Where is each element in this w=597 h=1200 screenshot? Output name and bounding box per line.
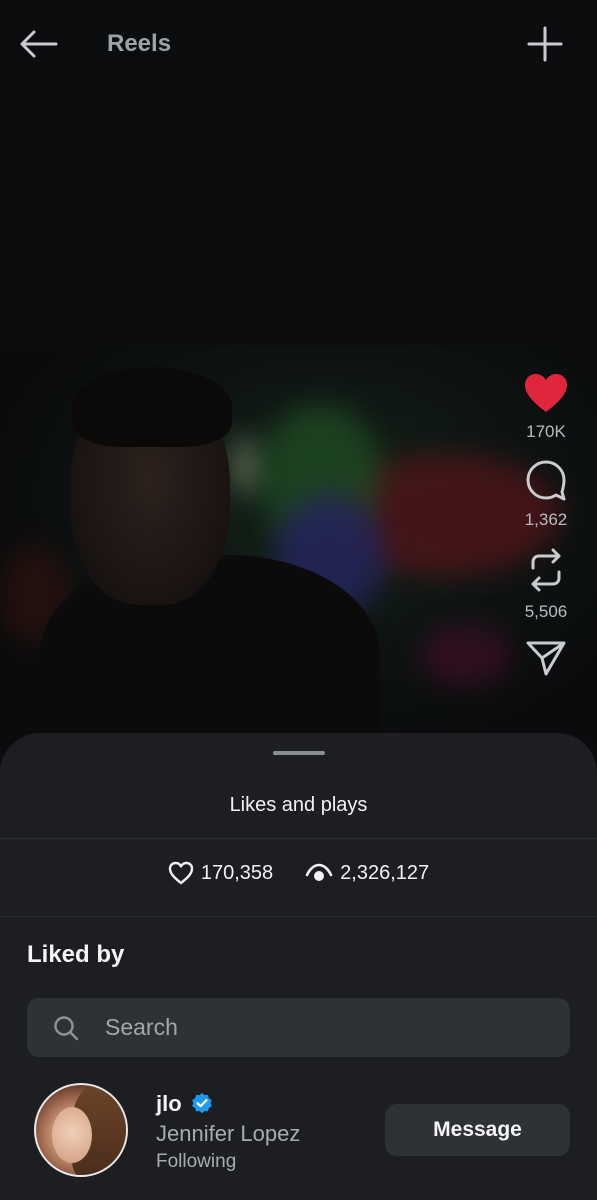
search-input[interactable] bbox=[105, 1014, 545, 1041]
comments-count: 1,362 bbox=[524, 510, 568, 529]
sheet-drag-handle[interactable] bbox=[272, 751, 325, 755]
likes-total: 170,358 bbox=[200, 861, 274, 884]
arrow-left-icon bbox=[20, 30, 58, 58]
repost-icon bbox=[531, 548, 561, 592]
reposts-count: 5,506 bbox=[524, 602, 568, 621]
sheet-title: Likes and plays bbox=[229, 794, 368, 816]
like-action[interactable]: 170K bbox=[523, 372, 569, 442]
back-button[interactable] bbox=[18, 26, 62, 62]
username-line: jlo bbox=[156, 1091, 214, 1117]
message-button[interactable]: Message bbox=[385, 1104, 570, 1156]
share-action[interactable] bbox=[525, 638, 567, 678]
list-item[interactable]: jlo Jennifer Lopez Following Message bbox=[0, 1083, 597, 1179]
video-person-hair bbox=[72, 367, 232, 447]
heart-filled-icon bbox=[525, 374, 567, 412]
likes-count: 170K bbox=[526, 422, 566, 441]
avatar[interactable] bbox=[34, 1083, 128, 1177]
repost-action[interactable]: 5,506 bbox=[524, 546, 568, 622]
comment-icon bbox=[526, 460, 566, 501]
liked-by-heading: Liked by bbox=[27, 941, 125, 968]
plus-icon bbox=[527, 26, 563, 62]
top-bar: Reels bbox=[0, 0, 597, 90]
page-title: Reels bbox=[107, 30, 172, 57]
heart-outline-icon bbox=[168, 861, 194, 885]
search-bar[interactable] bbox=[27, 998, 570, 1057]
play-count-icon bbox=[305, 863, 333, 881]
likes-bottom-sheet: Likes and plays 170,358 2,326,127 Liked … bbox=[0, 733, 597, 1200]
send-icon bbox=[526, 641, 566, 676]
likes-stat: 170,358 bbox=[168, 861, 273, 885]
reel-video[interactable] bbox=[0, 345, 597, 745]
create-button[interactable] bbox=[527, 26, 563, 62]
verified-badge-icon bbox=[191, 1093, 212, 1114]
divider bbox=[0, 838, 597, 839]
action-rail: 170K 1,362 5,506 bbox=[517, 372, 575, 694]
stats-row: 170,358 2,326,127 bbox=[0, 861, 597, 885]
full-name: Jennifer Lopez bbox=[156, 1121, 301, 1146]
video-person-body bbox=[40, 555, 380, 745]
divider bbox=[0, 916, 597, 917]
search-icon bbox=[54, 1015, 79, 1040]
follow-status: Following bbox=[156, 1151, 237, 1172]
username[interactable]: jlo bbox=[156, 1091, 182, 1117]
comment-action[interactable]: 1,362 bbox=[524, 458, 568, 530]
plays-stat: 2,326,127 bbox=[305, 862, 429, 885]
plays-total: 2,326,127 bbox=[340, 861, 430, 884]
